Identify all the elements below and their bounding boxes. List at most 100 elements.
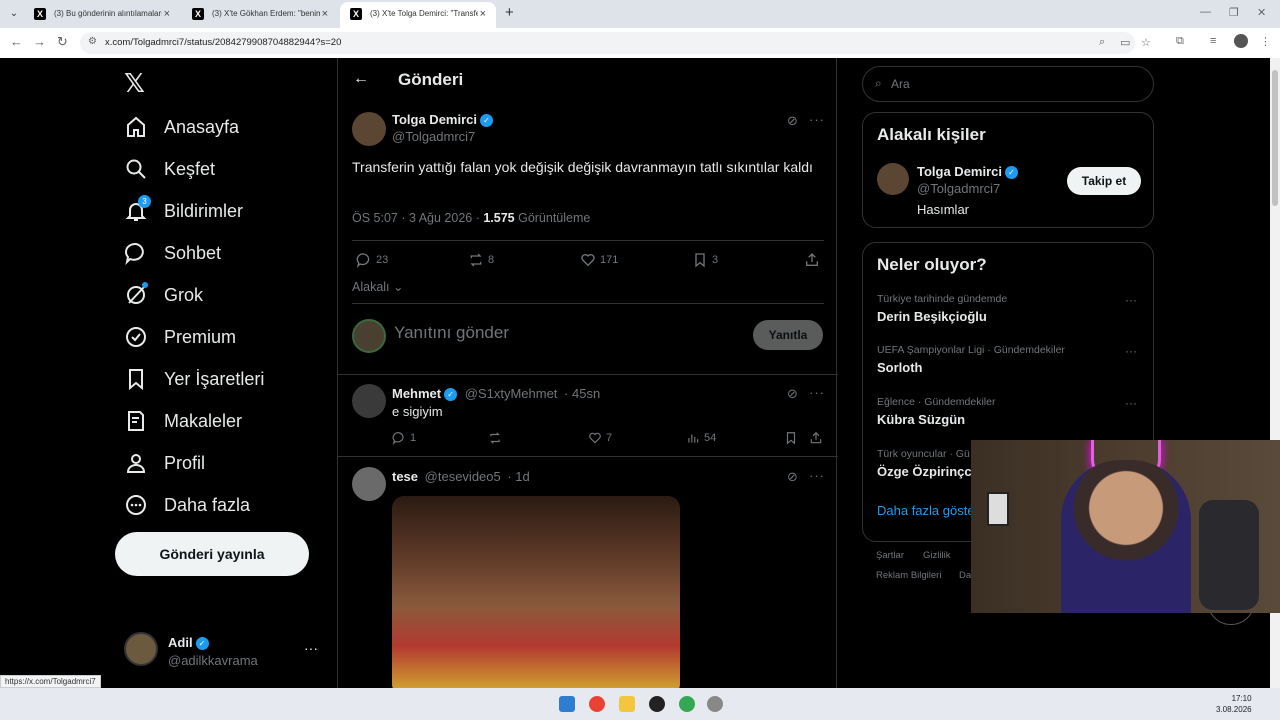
tab-close-icon[interactable]: × — [480, 2, 486, 26]
tweet-more-icon[interactable]: ··· — [809, 112, 825, 127]
retweet-icon — [470, 253, 482, 267]
browser-tab-2[interactable]: X (3) X'te Gökhan Erdem: "benim × — [182, 2, 338, 28]
footer-more-link[interactable]: Da — [959, 570, 971, 581]
author-avatar[interactable] — [352, 112, 386, 146]
search-input[interactable]: ⌕ Ara — [862, 66, 1154, 102]
new-tab-button[interactable]: + — [505, 4, 514, 21]
footer-privacy-link[interactable]: Gizlilik — [923, 550, 950, 561]
site-info-icon[interactable]: ⚙ — [88, 36, 97, 47]
show-more-link[interactable]: Daha fazla göste — [877, 503, 975, 518]
trend-more-icon[interactable]: ··· — [1125, 344, 1137, 358]
account-name-row[interactable]: Adil ✓ — [168, 635, 209, 651]
trend-more-icon[interactable]: ··· — [1125, 293, 1137, 307]
tab-close-icon[interactable]: × — [164, 2, 170, 26]
reply-author-row[interactable]: Mehmet ✓ @S1xtyMehmet · 45sn — [392, 386, 600, 402]
reply-more-icon[interactable]: ··· — [809, 385, 825, 400]
related-handle[interactable]: @Tolgadmrci7 — [917, 181, 1000, 196]
scrollbar-thumb[interactable] — [1272, 70, 1278, 206]
file-explorer-icon[interactable] — [619, 696, 635, 712]
chat-bubble-icon — [124, 241, 148, 266]
reply-like-action[interactable]: 7 — [588, 431, 612, 445]
reply-reply-action[interactable]: 1 — [392, 431, 416, 445]
tweet-text: Transferin yattığı falan yok değişik değ… — [352, 159, 813, 175]
back-icon[interactable]: ← — [10, 34, 23, 49]
trend-category: Türkiye tarihinde gündemde — [877, 293, 1008, 305]
reply-more-icon[interactable]: ··· — [809, 468, 825, 483]
nav-grok[interactable]: Grok — [124, 277, 203, 313]
cast-icon[interactable]: ▭ — [1120, 36, 1130, 49]
account-more-icon[interactable]: ··· — [304, 640, 318, 656]
extensions-icon[interactable]: ⧉ — [1176, 35, 1184, 48]
profile-avatar[interactable] — [1234, 34, 1248, 48]
nav-label: Daha fazla — [164, 494, 251, 515]
footer-terms-link[interactable]: Şartlar — [876, 550, 904, 561]
media-icon[interactable]: ≡ — [1210, 35, 1216, 47]
forward-icon[interactable]: → — [33, 34, 46, 49]
author-name-row[interactable]: Tolga Demirci ✓ — [392, 112, 494, 128]
post-button[interactable]: Gönderi yayınla — [115, 532, 309, 576]
tab-title: (3) X'te Gökhan Erdem: "benim — [212, 9, 320, 18]
trend-more-icon[interactable]: ··· — [1125, 396, 1137, 410]
share-action[interactable] — [804, 252, 824, 268]
back-arrow-icon[interactable]: ← — [353, 70, 369, 88]
chrome-menu-icon[interactable]: ⋮ — [1260, 35, 1271, 48]
nav-notifications[interactable]: 3 Bildirimler — [124, 193, 243, 229]
retweet-action[interactable]: 8 — [468, 252, 494, 268]
reply-share-action[interactable] — [809, 431, 827, 445]
nav-label: Grok — [164, 284, 204, 305]
grok-explain-icon[interactable]: ⊘ — [787, 386, 798, 402]
reply-input[interactable]: Yanıtını gönder — [394, 323, 509, 343]
bookmark-star-icon[interactable]: ☆ — [1141, 36, 1151, 49]
obs-icon[interactable] — [649, 696, 665, 712]
reply-action[interactable]: 23 — [356, 252, 388, 268]
follow-button[interactable]: Takip et — [1067, 167, 1141, 195]
nav-more[interactable]: Daha fazla — [124, 487, 250, 523]
x-logo-icon[interactable]: 𝕏 — [124, 68, 145, 99]
relevance-dropdown[interactable]: Alakalı ⌄ — [352, 279, 403, 294]
nav-explore[interactable]: Keşfet — [124, 151, 215, 187]
tab-search-icon[interactable]: ⌄ — [6, 6, 22, 22]
grok-explain-icon[interactable]: ⊘ — [787, 469, 798, 485]
reply-views-action[interactable]: 54 — [686, 431, 716, 445]
restore-icon[interactable]: ❐ — [1229, 6, 1239, 19]
reply-bookmark-action[interactable] — [784, 431, 802, 445]
browser-tab-3-active[interactable]: X (3) X'te Tolga Demirci: "Transfer × — [340, 2, 496, 28]
windows-start-icon[interactable] — [559, 696, 575, 712]
window-close-icon[interactable]: ✕ — [1257, 6, 1266, 19]
browser-tab-1[interactable]: X (3) Bu gönderinin alıntılamaları × — [24, 2, 180, 28]
zoom-icon[interactable]: ⌕ — [1099, 36, 1105, 49]
system-clock[interactable]: 17:10 3.08.2026 — [1216, 693, 1252, 715]
chrome-active-icon[interactable] — [679, 696, 695, 712]
related-avatar[interactable] — [877, 163, 909, 195]
like-action[interactable]: 171 — [580, 252, 618, 268]
nav-premium[interactable]: Premium — [124, 319, 236, 355]
author-handle[interactable]: @Tolgadmrci7 — [392, 129, 475, 144]
related-name-row[interactable]: Tolga Demirci ✓ — [917, 164, 1019, 180]
bookmark-action[interactable]: 3 — [692, 252, 718, 268]
reply-avatar[interactable] — [352, 467, 386, 501]
minimize-icon[interactable]: — — [1200, 6, 1211, 18]
premium-badge-icon — [124, 325, 148, 349]
reply-button[interactable]: Yanıtla — [753, 320, 823, 350]
bell-icon: 3 — [124, 195, 151, 223]
address-bar[interactable]: ⚙ x.com/Tolgadmrci7/status/2084279908704… — [80, 32, 1151, 54]
reply-author-row[interactable]: tese @tesevideo5 · 1d — [392, 469, 530, 484]
account-avatar[interactable] — [124, 632, 158, 666]
nav-chat[interactable]: Sohbet — [124, 235, 221, 271]
app-icon[interactable] — [707, 696, 723, 712]
reply-avatar[interactable] — [352, 384, 386, 418]
chrome-icon[interactable] — [589, 696, 605, 712]
grok-explain-icon[interactable]: ⊘ — [787, 113, 798, 129]
tweet-timestamp[interactable]: ÖS 5:07 · 3 Ağu 2026 · — [352, 211, 483, 225]
nav-profile[interactable]: Profil — [124, 445, 205, 481]
heart-icon — [581, 254, 595, 267]
x-favicon-icon: X — [350, 8, 362, 20]
nav-bookmarks[interactable]: Yer İşaretleri — [124, 361, 264, 397]
nav-home[interactable]: Anasayfa — [124, 109, 239, 145]
footer-ads-link[interactable]: Reklam Bilgileri — [876, 570, 941, 581]
reload-icon[interactable]: ↻ — [57, 34, 68, 50]
reply-video-thumbnail[interactable] — [392, 496, 680, 688]
tab-close-icon[interactable]: × — [322, 2, 328, 26]
reply-retweet-action[interactable] — [488, 431, 506, 445]
nav-articles[interactable]: Makaleler — [124, 403, 242, 439]
